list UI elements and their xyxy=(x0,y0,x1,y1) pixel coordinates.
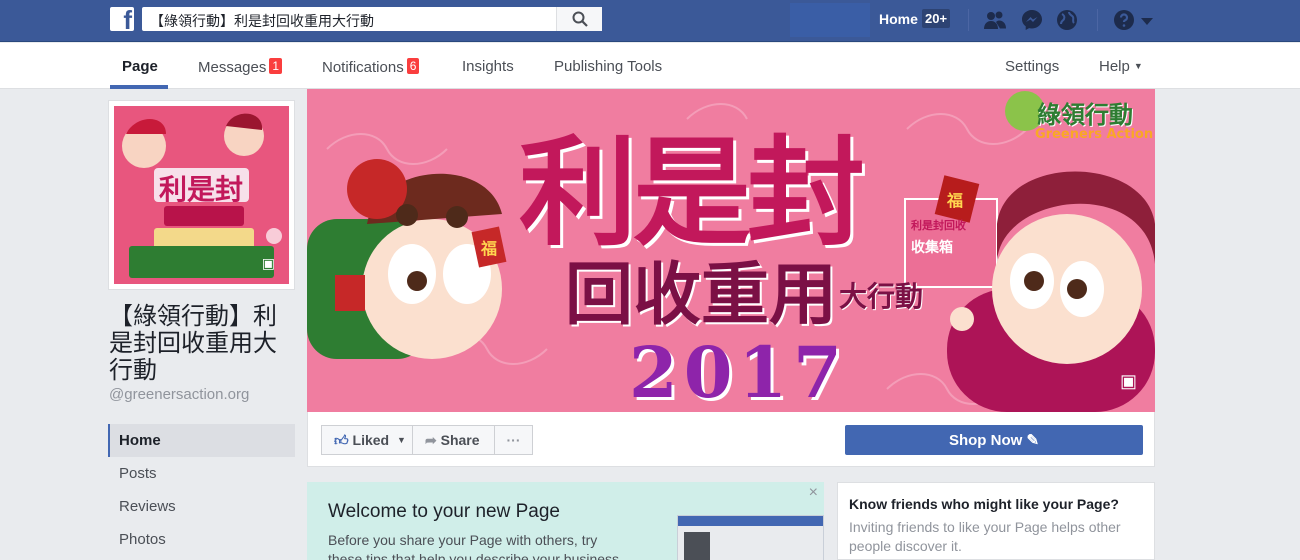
illustration-header xyxy=(678,516,823,526)
tab-messages[interactable]: Messages 1 xyxy=(198,58,283,76)
divider xyxy=(1097,9,1098,31)
search-icon xyxy=(572,11,588,27)
close-icon[interactable]: × xyxy=(809,484,818,502)
thumbs-up-icon: 👍︎ xyxy=(334,432,349,448)
cover-year: 2017 xyxy=(629,331,848,412)
liked-caret-icon: ▼ xyxy=(397,435,406,445)
cover-camera-icon[interactable]: ▣ xyxy=(1120,371,1137,392)
welcome-card: Welcome to your new Page Before you shar… xyxy=(307,482,824,560)
sidebar-item-home[interactable]: Home xyxy=(108,424,295,457)
cover-box-sub: 利是封回收 xyxy=(911,219,966,232)
liked-button[interactable]: 👍︎ Liked ▼ xyxy=(321,425,413,455)
messages-badge: 1 xyxy=(269,58,283,74)
notifications-badge: 6 xyxy=(406,58,420,74)
profile-camera-icon[interactable]: ▣ xyxy=(262,255,275,272)
tab-help-label: Help xyxy=(1099,58,1130,75)
cover-logo-sub: Greeners Action xyxy=(1035,127,1154,142)
page-handle[interactable]: @greenersaction.org xyxy=(109,386,249,403)
cover-box-label: 收集箱 xyxy=(911,240,953,256)
shop-now-button[interactable]: Shop Now ✎ xyxy=(845,425,1143,455)
messenger-icon[interactable] xyxy=(1020,8,1044,32)
tab-page[interactable]: Page xyxy=(122,58,158,75)
share-label: Share xyxy=(440,432,480,448)
welcome-title: Welcome to your new Page xyxy=(328,501,560,522)
profile-title-text: 利是封 xyxy=(159,173,244,206)
tab-publishing-tools-label: Publishing Tools xyxy=(554,58,663,75)
divider xyxy=(968,9,969,31)
tab-insights-label: Insights xyxy=(462,58,514,75)
home-link[interactable]: Home xyxy=(879,11,918,27)
more-options-button[interactable]: ··· xyxy=(494,425,533,455)
search-box[interactable]: 【綠領行動】利是封回收重用大行動 xyxy=(142,7,602,31)
liked-label: Liked xyxy=(352,432,390,448)
top-bar: f 【綠領行動】利是封回收重用大行動 Home 20+ xyxy=(0,0,1300,42)
invite-friends-title: Know friends who might like your Page? xyxy=(849,496,1119,512)
cover-photo[interactable]: 利是封 回收重用 大行動 2017 綠領行動 Greeners Action 福… xyxy=(307,89,1155,412)
illustration-thumb xyxy=(684,532,710,560)
profile-shortcut[interactable] xyxy=(790,3,870,37)
sidebar-item-posts[interactable]: Posts xyxy=(108,457,295,490)
friend-requests-icon[interactable] xyxy=(983,8,1007,32)
globe-notifications-icon[interactable] xyxy=(1055,8,1079,32)
tab-notifications[interactable]: Notifications 6 xyxy=(322,58,420,76)
cover-logo-text: 綠領行動 xyxy=(1037,101,1133,129)
account-menu-caret-icon[interactable] xyxy=(1140,8,1154,32)
cover-subtitle: 回收重用 xyxy=(565,255,838,335)
help-caret-icon: ▼ xyxy=(1133,61,1143,71)
tab-page-label: Page xyxy=(122,58,158,75)
cover-subtitle-small: 大行動 xyxy=(839,280,924,313)
help-icon[interactable] xyxy=(1112,8,1136,32)
invite-friends-card: Know friends who might like your Page? I… xyxy=(837,482,1155,560)
profile-picture-frame[interactable]: 利是封 ▣ xyxy=(108,100,295,290)
welcome-illustration xyxy=(677,515,824,560)
invite-friends-text: Inviting friends to like your Page helps… xyxy=(849,519,1121,554)
page-name: 【綠領行動】利是封回收重用大行動 xyxy=(109,303,277,384)
tab-publishing-tools[interactable]: Publishing Tools xyxy=(554,58,662,75)
sidebar-item-reviews[interactable]: Reviews xyxy=(108,490,295,523)
tab-notifications-label: Notifications xyxy=(322,59,404,76)
page-action-bar: 👍︎ Liked ▼ ➦ Share ··· Shop Now ✎ xyxy=(307,412,1155,467)
search-button[interactable] xyxy=(556,7,602,31)
active-tab-indicator xyxy=(110,85,168,89)
shop-now-label: Shop Now xyxy=(948,432,1023,449)
tab-messages-label: Messages xyxy=(198,59,267,76)
pencil-icon: ✎ xyxy=(1026,432,1040,449)
tab-help[interactable]: Help ▼ xyxy=(1099,58,1143,75)
tab-settings[interactable]: Settings xyxy=(1005,58,1059,75)
share-button[interactable]: ➦ Share xyxy=(412,425,495,455)
share-arrow-icon: ➦ xyxy=(425,432,437,448)
facebook-logo-icon[interactable]: f xyxy=(110,7,134,31)
welcome-text: Before you share your Page with others, … xyxy=(328,532,623,560)
cover-fu-right: 福 xyxy=(947,191,964,210)
home-count-badge: 20+ xyxy=(922,9,951,28)
page-tabs-bar: Page Messages 1 Notifications 6 Insights P… xyxy=(0,43,1300,89)
sidebar-item-photos[interactable]: Photos xyxy=(108,523,295,556)
tab-insights[interactable]: Insights xyxy=(462,58,514,75)
profile-picture: 利是封 ▣ xyxy=(114,106,289,284)
cover-fu-left: 福 xyxy=(481,239,498,258)
search-input[interactable]: 【綠領行動】利是封回收重用大行動 xyxy=(150,11,374,31)
